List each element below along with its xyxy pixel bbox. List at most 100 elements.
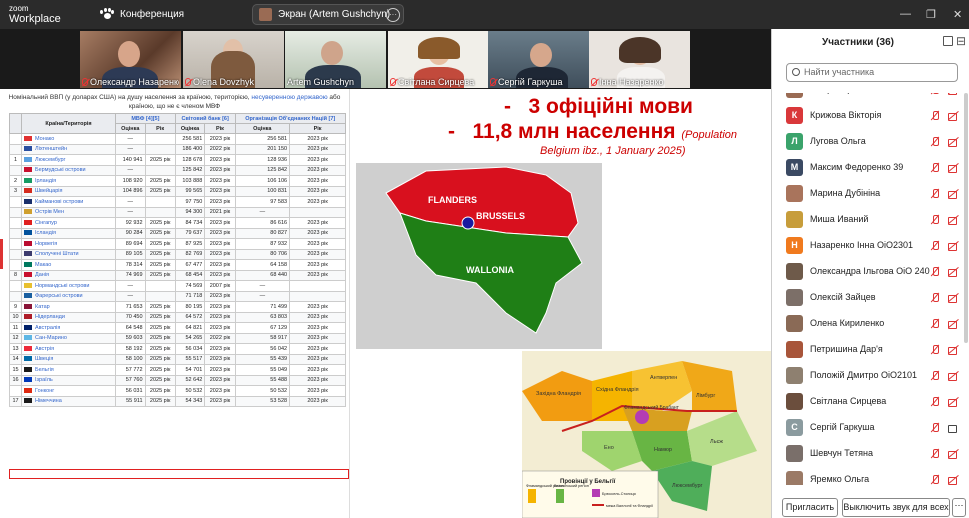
muted-mic-icon[interactable] bbox=[930, 241, 940, 251]
participant-search-input[interactable]: Найти участника bbox=[786, 63, 958, 82]
country-cell[interactable]: Сполучені Штати bbox=[21, 248, 116, 260]
scrollbar[interactable] bbox=[964, 93, 968, 343]
country-cell[interactable]: Острів Мен bbox=[21, 206, 116, 218]
video-off-icon[interactable] bbox=[948, 111, 960, 121]
video-tile[interactable]: Olena Dovzhyk bbox=[183, 31, 284, 88]
estimate-header[interactable]: Оцінка bbox=[234, 123, 291, 134]
country-cell[interactable]: Ізраїль bbox=[21, 374, 116, 386]
video-off-icon[interactable] bbox=[948, 371, 960, 381]
video-off-icon[interactable] bbox=[948, 137, 960, 147]
minimize-icon[interactable]: — bbox=[900, 8, 911, 20]
country-header[interactable]: Країна/Територія bbox=[21, 113, 116, 134]
country-cell[interactable]: Монако bbox=[21, 133, 116, 145]
video-off-icon[interactable] bbox=[948, 241, 960, 251]
more-options-icon[interactable]: ··· bbox=[952, 498, 966, 517]
muted-mic-icon[interactable] bbox=[930, 267, 940, 277]
country-cell[interactable]: Макао bbox=[21, 259, 116, 271]
country-cell[interactable]: Нідерланди bbox=[21, 311, 116, 323]
country-cell[interactable]: Сан-Марино bbox=[21, 332, 116, 344]
video-off-icon[interactable] bbox=[948, 93, 960, 95]
estimate-header[interactable]: Оцінка bbox=[115, 123, 146, 134]
invite-button[interactable]: Пригласить bbox=[782, 498, 838, 517]
participant-row[interactable]: Світлана Сирцева bbox=[772, 389, 969, 415]
video-off-icon[interactable] bbox=[948, 189, 960, 199]
participant-row[interactable]: Положій Дмитро ОіО2101 bbox=[772, 363, 969, 389]
year-header[interactable]: Рік bbox=[204, 123, 236, 134]
country-cell[interactable]: Ірландія bbox=[21, 175, 116, 187]
video-tile[interactable]: Світлана Сирцева bbox=[388, 31, 489, 88]
video-tile-active-speaker[interactable]: Artem Gushchyn bbox=[285, 31, 386, 88]
muted-mic-icon[interactable] bbox=[930, 319, 940, 329]
muted-mic-icon[interactable] bbox=[930, 293, 940, 303]
country-cell[interactable]: Люксембург bbox=[21, 154, 116, 166]
video-off-icon[interactable] bbox=[948, 163, 960, 173]
country-cell[interactable]: Фарерські острови bbox=[21, 290, 116, 302]
country-cell[interactable]: Гонконг bbox=[21, 385, 116, 397]
participant-row[interactable]: Олексій Зайцев bbox=[772, 285, 969, 311]
popout-icon[interactable] bbox=[943, 36, 953, 46]
participant-row[interactable]: Н Назаренко Інна ОіО2301 bbox=[772, 233, 969, 259]
muted-mic-icon[interactable] bbox=[930, 163, 940, 173]
shared-screen[interactable]: Номінальний ВВП (у доларах США) на душу … bbox=[0, 89, 771, 518]
video-off-icon[interactable] bbox=[948, 319, 960, 329]
year-header[interactable]: Рік bbox=[144, 123, 176, 134]
participant-row[interactable]: Петришина Дар'я bbox=[772, 337, 969, 363]
video-off-icon[interactable] bbox=[948, 475, 960, 485]
video-off-icon[interactable] bbox=[948, 215, 960, 225]
video-tile[interactable]: Інна Назаренко bbox=[589, 31, 690, 88]
muted-mic-icon[interactable] bbox=[930, 449, 940, 459]
muted-mic-icon[interactable] bbox=[930, 475, 940, 485]
muted-mic-icon[interactable] bbox=[930, 93, 940, 95]
more-options-icon[interactable]: ··· bbox=[386, 8, 400, 22]
participant-row[interactable]: Олена Кириленко bbox=[772, 311, 969, 337]
muted-mic-icon[interactable] bbox=[930, 345, 940, 355]
muted-mic-icon[interactable] bbox=[930, 371, 940, 381]
participant-row[interactable]: Олександра Ільгова ОіО 2401 ст bbox=[772, 259, 969, 285]
participant-row[interactable]: Марина Дубініна bbox=[772, 181, 969, 207]
participant-row[interactable]: Шевчун Тетяна bbox=[772, 441, 969, 467]
country-cell[interactable]: Бермудські острови bbox=[21, 164, 116, 176]
screen-share-indicator[interactable]: Экран (Artem Gushchyn) ··· bbox=[252, 4, 404, 25]
video-off-icon[interactable] bbox=[948, 449, 960, 459]
country-cell[interactable]: Австралія bbox=[21, 322, 116, 334]
wb-header[interactable]: Світовий банк [6] bbox=[174, 113, 236, 124]
video-off-icon[interactable] bbox=[948, 397, 960, 407]
muted-mic-icon[interactable] bbox=[930, 423, 940, 433]
un-header[interactable]: Організація Об'єднаних Націй [7] bbox=[234, 113, 347, 124]
video-tile[interactable]: Олександр Назаренко bbox=[80, 31, 181, 88]
country-cell[interactable]: Швеція bbox=[21, 353, 116, 365]
country-cell[interactable]: Ліхтенштейн bbox=[21, 143, 116, 155]
muted-mic-icon[interactable] bbox=[930, 397, 940, 407]
caption-link[interactable]: несуверенною державою bbox=[251, 94, 327, 101]
muted-mic-icon[interactable] bbox=[930, 137, 940, 147]
close-panel-icon[interactable]: ⊟ bbox=[956, 34, 966, 48]
country-cell[interactable]: Норвегія bbox=[21, 238, 116, 250]
restore-icon[interactable]: ❐ bbox=[926, 8, 936, 21]
participant-row[interactable]: Миша Иваний bbox=[772, 207, 969, 233]
video-off-icon[interactable] bbox=[948, 345, 960, 355]
muted-mic-icon[interactable] bbox=[930, 189, 940, 199]
mute-all-button[interactable]: Выключить звук для всех bbox=[842, 498, 950, 517]
country-cell[interactable]: Сінгапур bbox=[21, 217, 116, 229]
muted-mic-icon[interactable] bbox=[930, 111, 940, 121]
country-cell[interactable]: Бельгія bbox=[21, 364, 116, 376]
country-cell[interactable]: Австрія bbox=[21, 343, 116, 355]
estimate-header[interactable]: Оцінка bbox=[174, 123, 206, 134]
country-cell[interactable]: Катар bbox=[21, 301, 116, 313]
imf-header[interactable]: МВФ [4][5] bbox=[115, 113, 176, 124]
country-cell[interactable]: Швейцарія bbox=[21, 185, 116, 197]
participant-row[interactable]: Кіпер Марійка bbox=[772, 93, 969, 103]
country-cell[interactable]: Данія bbox=[21, 269, 116, 281]
participant-row[interactable]: Яремко Ольга bbox=[772, 467, 969, 485]
participant-row[interactable]: Л Лугова Ольга bbox=[772, 129, 969, 155]
meeting-info[interactable]: Конференция bbox=[100, 8, 184, 20]
participant-row[interactable]: М Максим Федоренко 39 bbox=[772, 155, 969, 181]
country-cell[interactable]: Німеччина bbox=[21, 395, 116, 407]
year-header[interactable]: Рік bbox=[289, 123, 346, 134]
video-camera-icon[interactable] bbox=[948, 423, 960, 433]
video-tile[interactable]: Сергій Гаркуша bbox=[488, 31, 589, 88]
close-icon[interactable]: ✕ bbox=[953, 8, 962, 21]
muted-mic-icon[interactable] bbox=[930, 215, 940, 225]
participant-row[interactable]: К Крижова Вікторія bbox=[772, 103, 969, 129]
video-off-icon[interactable] bbox=[948, 267, 960, 277]
